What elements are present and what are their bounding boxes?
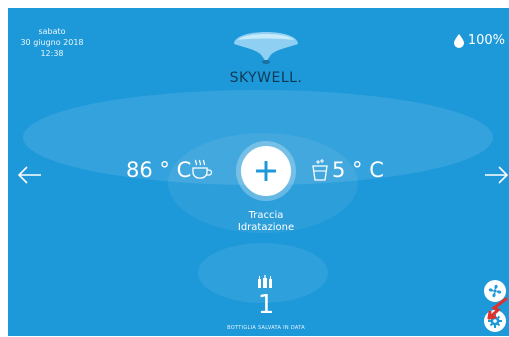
logo-wordmark: SKYWELL. xyxy=(229,70,303,86)
bottle-count: 1 xyxy=(257,290,275,320)
time-label: 12:38 xyxy=(40,49,64,58)
cloud-logo-icon xyxy=(234,32,298,64)
add-hydration-button[interactable] xyxy=(241,146,291,196)
day-label: sabato xyxy=(38,27,66,36)
arrow-left-icon xyxy=(17,166,41,184)
caption-line-2: Idratazione xyxy=(237,222,295,233)
cold-water-glass-icon xyxy=(312,159,328,181)
date-time-display: sabato 30 giugno 2018 12:38 xyxy=(8,26,96,59)
previous-arrow-button[interactable] xyxy=(17,166,42,184)
plus-icon xyxy=(256,161,276,181)
caption-line-1: Traccia xyxy=(248,210,284,221)
hot-water-temperature[interactable]: 86 ° C xyxy=(126,158,215,182)
pointer-cursor-icon xyxy=(484,297,508,321)
bottle-count-label: BOTTIGLIA SALVATA IN DATA xyxy=(227,325,305,331)
water-drop-icon xyxy=(453,33,464,48)
humidity-indicator: 100% xyxy=(453,33,505,48)
hot-cup-icon xyxy=(192,159,213,179)
cold-water-temperature[interactable]: 5 ° C xyxy=(310,158,384,182)
date-label: 30 giugno 2018 xyxy=(20,38,84,47)
cold-temp-value: 5 ° C xyxy=(332,158,384,182)
hot-temp-value: 86 ° C xyxy=(126,158,192,182)
bottles-icon xyxy=(256,274,274,288)
arrow-right-icon xyxy=(485,166,509,184)
next-arrow-button[interactable] xyxy=(484,166,509,184)
humidity-value: 100% xyxy=(467,33,505,48)
kiosk-screen: sabato 30 giugno 2018 12:38 SKYWELL. 100… xyxy=(8,8,509,336)
hydration-caption: Traccia Idratazione xyxy=(208,210,324,234)
skywell-logo: SKYWELL. xyxy=(216,18,316,93)
